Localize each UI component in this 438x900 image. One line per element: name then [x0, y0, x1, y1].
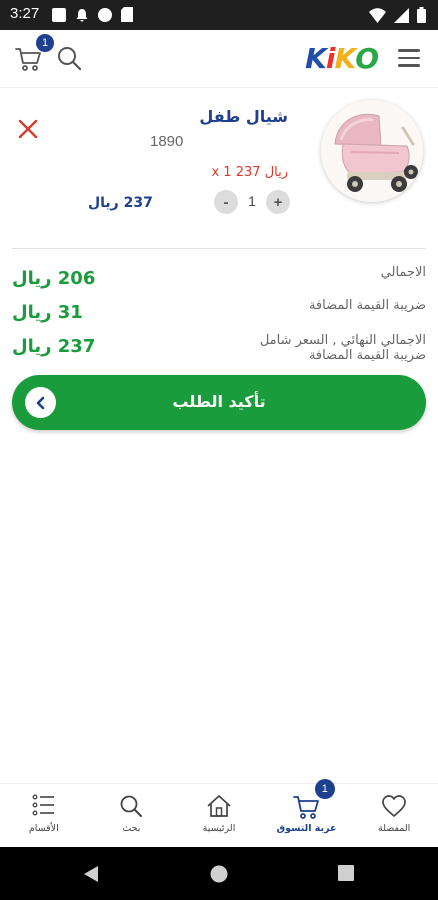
grand-total-label-line1: الاجمالي النهائي , السعر شامل	[259, 333, 426, 348]
nav-cart-badge: 1	[314, 779, 335, 799]
home-circle-icon[interactable]	[210, 865, 228, 883]
grand-total-label: الاجمالي النهائي , السعر شامل ضريبة القي…	[260, 333, 426, 363]
heart-icon	[382, 795, 407, 817]
bell-icon	[76, 8, 88, 21]
hamburger-icon	[398, 49, 420, 52]
stroller-image	[321, 100, 423, 202]
section-divider	[12, 248, 426, 249]
header-search-button[interactable]	[56, 45, 82, 71]
quantity-value: 1	[248, 193, 256, 209]
logo-letter: K	[305, 42, 327, 75]
nav-item-favorites[interactable]: المفضلة	[350, 784, 438, 847]
nav-label-home: الرئيسية	[202, 823, 236, 834]
confirm-order-button[interactable]: تأكيد الطلب	[12, 375, 426, 430]
status-system-icons	[369, 7, 426, 23]
product-unit-price: ريال 237 x 1	[211, 165, 288, 180]
notification-icon	[52, 7, 66, 22]
back-icon[interactable]	[83, 865, 99, 883]
status-time: 3:27	[10, 5, 40, 22]
product-line-total: 237 ريال	[88, 195, 153, 211]
kiko-logo[interactable]: K i K O	[305, 42, 379, 75]
recents-icon[interactable]	[338, 865, 354, 881]
logo-letter: i	[325, 42, 336, 75]
logo-letter: K	[334, 42, 356, 75]
increase-quantity-button[interactable]: +	[266, 190, 290, 214]
nav-item-cart[interactable]: 1 عربة التسوق	[263, 779, 351, 847]
remove-item-button[interactable]	[16, 117, 40, 141]
logo-letter: O	[355, 42, 379, 75]
menu-button[interactable]	[398, 49, 420, 67]
nav-label-favorites: المفضلة	[378, 823, 411, 834]
nav-label-categories: الأقسام	[28, 823, 59, 834]
nav-label-search: بحث	[122, 823, 141, 834]
cart-icon	[292, 796, 319, 819]
status-notification-icons	[52, 7, 133, 22]
bottom-navigation: الأقسام بحث الرئيسية 1 عربة التسوق المفض…	[0, 779, 438, 847]
home-icon	[207, 795, 231, 817]
subtotal-amount: 206 ريال	[12, 268, 96, 289]
search-icon	[120, 795, 143, 817]
subtotal-label: الاجمالي	[380, 265, 426, 280]
vat-amount: 31 ريال	[12, 302, 83, 323]
search-icon	[58, 47, 82, 71]
close-icon	[18, 119, 38, 139]
vat-label: ضريبة القيمة المضافة	[308, 298, 426, 313]
nav-label-cart: عربة التسوق	[276, 823, 337, 834]
nav-item-categories[interactable]: الأقسام	[0, 784, 88, 847]
app-header: 1 K i K O	[0, 30, 438, 88]
quantity-stepper: - 1 +	[214, 190, 290, 216]
battery-icon	[417, 7, 426, 23]
product-image[interactable]	[321, 100, 423, 202]
product-sku: 1890	[150, 133, 184, 150]
wifi-icon	[369, 7, 386, 23]
grand-total-amount: 237 ريال	[12, 336, 96, 357]
sim-card-icon	[121, 7, 133, 22]
status-bar: 3:27	[0, 0, 438, 30]
decrease-quantity-button[interactable]: -	[214, 190, 238, 214]
cart-item: شيال طفل 1890 ريال 237 x 1 237 ريال - 1 …	[0, 95, 438, 230]
header-cart-badge: 1	[36, 34, 54, 52]
list-icon	[32, 794, 54, 816]
product-name[interactable]: شيال طفل	[199, 107, 288, 126]
system-navigation-bar	[0, 847, 438, 900]
confirm-order-label: تأكيد الطلب	[172, 392, 266, 411]
grand-total-label-line2: ضريبة القيمة المضافة	[308, 348, 426, 363]
nav-item-home[interactable]: الرئيسية	[175, 784, 263, 847]
app-notification-icon	[98, 7, 112, 22]
signal-icon	[394, 7, 409, 23]
nav-item-search[interactable]: بحث	[88, 784, 176, 847]
